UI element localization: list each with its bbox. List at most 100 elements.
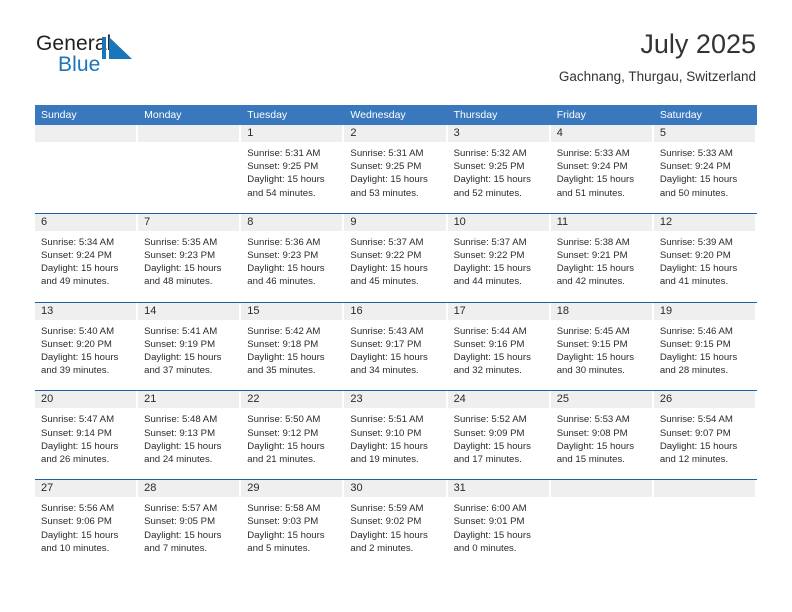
calendar-day-cell[interactable]: 18 Sunrise: 5:45 AM Sunset: 9:15 PM Dayligh… [550,302,654,384]
day-detail: Sunrise: 5:56 AM Sunset: 9:06 PM Daylight:… [35,497,136,561]
day-detail: Sunrise: 5:38 AM Sunset: 9:21 PM Daylight:… [551,231,652,295]
calendar-day-cell[interactable]: 4 Sunrise: 5:33 AM Sunset: 9:24 PM Daylight… [550,125,654,206]
daylight-text-cont: and 21 minutes. [247,454,316,466]
daylight-text: Daylight: 15 hours [453,440,531,452]
daylight-text: Daylight: 15 hours [350,263,428,275]
calendar-day-cell[interactable]: 22 Sunrise: 5:50 AM Sunset: 9:12 PM Dayligh… [241,391,344,472]
calendar-day-cell[interactable]: 12 Sunrise: 5:39 AM Sunset: 9:20 PM Dayligh… [653,213,757,295]
calendar-weeks: 1 Sunrise: 5:31 AM Sunset: 9:25 PM Daylight… [35,125,757,561]
daylight-text-cont: and 42 minutes. [556,276,625,288]
daylight-text-cont: and 28 minutes. [659,365,729,377]
sunrise-text: Sunrise: 5:33 AM [659,148,733,159]
daylight-text-cont: and 7 minutes. [144,542,208,554]
calendar-week-cells: 6 Sunrise: 5:34 AM Sunset: 9:24 PM Daylight… [35,213,757,295]
sunset-text: Sunset: 9:09 PM [453,427,525,439]
daylight-text-cont [41,187,130,200]
day-detail: Sunrise: 5:32 AM Sunset: 9:25 PM Daylight:… [448,142,549,206]
sunset-text: Sunset: 9:24 PM [659,161,731,173]
day-detail: Sunrise: 5:48 AM Sunset: 9:13 PM Daylight:… [138,408,239,472]
day-detail: Sunrise: 5:47 AM Sunset: 9:14 PM Daylight:… [35,408,136,472]
day-detail: Sunrise: 5:44 AM Sunset: 9:16 PM Daylight:… [448,320,549,384]
calendar-day-cell[interactable]: 30 Sunrise: 5:59 AM Sunset: 9:02 PM Dayligh… [344,480,447,561]
sunrise-text: Sunrise: 5:33 AM [556,148,630,159]
calendar-day-cell[interactable]: 7 Sunrise: 5:35 AM Sunset: 9:23 PM Daylight… [138,213,241,295]
calendar-day-cell[interactable]: 17 Sunrise: 5:44 AM Sunset: 9:16 PM Dayligh… [447,302,551,384]
day-detail: Sunrise: 5:34 AM Sunset: 9:24 PM Daylight:… [35,231,136,295]
calendar-day-cell[interactable]: 21 Sunrise: 5:48 AM Sunset: 9:13 PM Dayligh… [138,391,241,472]
calendar-day-cell[interactable]: 15 Sunrise: 5:42 AM Sunset: 9:18 PM Dayligh… [241,302,344,384]
sunset-text: Sunset: 9:19 PM [144,338,216,350]
weekday-header-row: Sunday Monday Tuesday Wednesday Thursday… [35,105,757,125]
calendar-day-cell[interactable]: 26 Sunrise: 5:54 AM Sunset: 9:07 PM Dayligh… [653,391,757,472]
calendar-day-cell[interactable]: 28 Sunrise: 5:57 AM Sunset: 9:05 PM Dayligh… [138,480,241,561]
day-detail: Sunrise: 5:31 AM Sunset: 9:25 PM Daylight:… [344,142,445,206]
calendar-day-cell[interactable]: 3 Sunrise: 5:32 AM Sunset: 9:25 PM Daylight… [447,125,551,206]
calendar-day-cell[interactable]: 9 Sunrise: 5:37 AM Sunset: 9:22 PM Daylight… [344,213,447,295]
daylight-text: Daylight: 15 hours [556,174,635,186]
calendar-day-cell[interactable]: 24 Sunrise: 5:52 AM Sunset: 9:09 PM Dayligh… [447,391,551,472]
sunset-text: Sunset: 9:24 PM [556,161,628,173]
sunrise-text [557,502,646,515]
daylight-text: Daylight: 15 hours [350,529,428,541]
calendar-day-cell[interactable]: 27 Sunrise: 5:56 AM Sunset: 9:06 PM Dayligh… [35,480,138,561]
daylight-text: Daylight: 15 hours [350,174,428,186]
day-number: 3 [447,125,549,142]
daylight-text-cont: and 41 minutes. [659,276,729,288]
calendar-day-cell[interactable]: 10 Sunrise: 5:37 AM Sunset: 9:22 PM Dayligh… [447,213,551,295]
day-detail: Sunrise: 5:53 AM Sunset: 9:08 PM Daylight:… [551,408,652,472]
day-detail: Sunrise: 6:00 AM Sunset: 9:01 PM Daylight:… [448,497,549,561]
sunset-text [144,160,233,173]
calendar-day-cell[interactable]: 1 Sunrise: 5:31 AM Sunset: 9:25 PM Daylight… [241,125,344,206]
day-number [653,480,755,498]
daylight-text: Daylight: 15 hours [41,263,119,275]
day-number: 10 [447,213,549,231]
calendar-day-cell[interactable]: 6 Sunrise: 5:34 AM Sunset: 9:24 PM Daylight… [35,213,138,295]
calendar-day-cell[interactable]: 13 Sunrise: 5:40 AM Sunset: 9:20 PM Dayligh… [35,302,138,384]
page-header: General Blue July 2025 Gachnang, Thurgau… [0,0,792,103]
sunset-text: Sunset: 9:13 PM [144,427,216,439]
calendar-day-cell[interactable]: 16 Sunrise: 5:43 AM Sunset: 9:17 PM Dayligh… [344,302,447,384]
brand-name-blue: Blue [58,53,101,76]
daylight-text-cont: and 30 minutes. [556,365,625,377]
calendar-day-cell[interactable]: 2 Sunrise: 5:31 AM Sunset: 9:25 PM Daylight… [344,125,447,206]
calendar-day-cell[interactable]: 23 Sunrise: 5:51 AM Sunset: 9:10 PM Dayligh… [344,391,447,472]
daylight-text-cont: and 49 minutes. [41,276,110,288]
day-number: 31 [447,480,549,498]
sunset-text [557,515,646,528]
day-number: 23 [344,391,446,409]
calendar-day-cell[interactable]: 31 Sunrise: 6:00 AM Sunset: 9:01 PM Dayligh… [447,480,551,561]
sunrise-text: Sunrise: 5:50 AM [247,414,321,426]
day-detail: Sunrise: 5:58 AM Sunset: 9:03 PM Daylight:… [241,497,342,561]
calendar-grid: Sunday Monday Tuesday Wednesday Thursday… [35,105,757,561]
sunset-text: Sunset: 9:21 PM [556,250,628,262]
daylight-text-cont [144,187,233,200]
calendar-week-row: 6 Sunrise: 5:34 AM Sunset: 9:24 PM Daylight… [35,212,757,295]
calendar-day-cell[interactable]: 20 Sunrise: 5:47 AM Sunset: 9:14 PM Dayligh… [35,391,138,472]
day-number: 18 [550,302,652,320]
sunset-text: Sunset: 9:20 PM [41,338,112,350]
calendar-day-cell[interactable]: 29 Sunrise: 5:58 AM Sunset: 9:03 PM Dayligh… [241,480,344,561]
day-number: 9 [344,213,446,231]
calendar-day-cell[interactable]: 25 Sunrise: 5:53 AM Sunset: 9:08 PM Dayligh… [550,391,654,472]
weekday-header-friday: Friday [556,109,586,121]
day-number: 28 [138,480,240,498]
calendar-day-cell[interactable]: 19 Sunrise: 5:46 AM Sunset: 9:15 PM Dayligh… [653,302,757,384]
sunset-text: Sunset: 9:17 PM [350,338,422,350]
calendar-day-cell[interactable]: 5 Sunrise: 5:33 AM Sunset: 9:24 PM Daylight… [653,125,757,206]
sunset-text: Sunset: 9:20 PM [659,250,731,262]
calendar-day-cell[interactable]: 11 Sunrise: 5:38 AM Sunset: 9:21 PM Dayligh… [550,213,654,295]
calendar-week-cells: 27 Sunrise: 5:56 AM Sunset: 9:06 PM Dayligh… [35,480,757,561]
calendar-day-cell[interactable]: 14 Sunrise: 5:41 AM Sunset: 9:19 PM Dayligh… [138,302,241,384]
sunrise-text: Sunrise: 5:31 AM [350,148,424,159]
day-number: 16 [344,302,446,320]
calendar-week-row: 27 Sunrise: 5:56 AM Sunset: 9:06 PM Dayligh… [35,479,757,561]
daylight-text-cont: and 39 minutes. [41,365,110,377]
brand-logo[interactable]: General Blue [36,33,166,85]
sunset-text: Sunset: 9:25 PM [350,161,422,173]
calendar-day-cell[interactable]: 8 Sunrise: 5:36 AM Sunset: 9:23 PM Daylight… [241,213,344,295]
sunset-text: Sunset: 9:22 PM [453,250,525,262]
daylight-text: Daylight: 15 hours [453,174,531,186]
daylight-text-cont: and 26 minutes. [41,454,110,466]
sunrise-text: Sunrise: 5:37 AM [350,236,424,248]
daylight-text-cont: and 48 minutes. [144,276,213,288]
